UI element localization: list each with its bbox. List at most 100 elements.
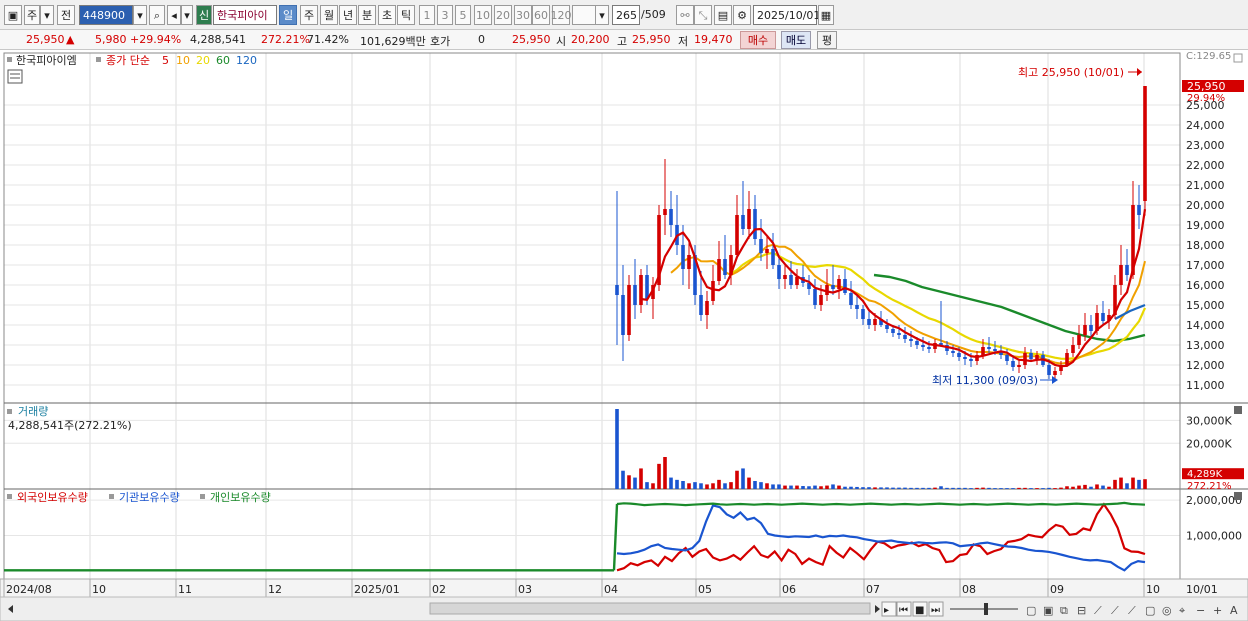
high-annotation: 최고 25,950 (10/01)	[1018, 66, 1124, 79]
interval-10[interactable]: 10	[474, 5, 492, 25]
tab-일[interactable]: 일	[279, 5, 297, 25]
search-icon[interactable]: ⌕	[149, 5, 165, 25]
volume-bar	[915, 487, 919, 489]
volume-pct-label: 272.21%	[1187, 481, 1232, 492]
candle-body	[699, 295, 703, 315]
buy-button[interactable]: 매수	[740, 31, 776, 49]
tab-초[interactable]: 초	[378, 5, 396, 25]
open-price: 20,200	[571, 33, 610, 46]
quote-price: 25,950	[512, 33, 551, 46]
volume-bar	[921, 487, 925, 489]
trade-amount: 101,629백만	[360, 35, 426, 48]
volume-bar	[987, 487, 991, 489]
volume-bar	[789, 485, 793, 489]
interval-5[interactable]: 5	[455, 5, 471, 25]
candle-body	[831, 285, 835, 289]
interval-1[interactable]: 1	[419, 5, 435, 25]
panel-marker	[109, 494, 114, 499]
series-label: 종가 단순	[106, 54, 150, 67]
period-select[interactable]: 주	[24, 5, 40, 25]
volume-bar	[759, 482, 763, 489]
speaker-icon[interactable]: ◂	[167, 5, 181, 25]
candle-body	[723, 259, 727, 275]
volume-bar	[657, 463, 661, 489]
volume-bar	[1095, 484, 1099, 489]
date-tick: 2024/08	[6, 583, 52, 596]
candle-body	[759, 239, 763, 253]
stock-name-field[interactable]: 한국피아이	[213, 5, 277, 25]
date-tick: 05	[698, 583, 712, 596]
date-input[interactable]: 2025/10/01	[753, 5, 820, 25]
candle-body	[663, 209, 667, 215]
current-price-label: 25,950	[1187, 80, 1226, 93]
interval-120[interactable]: 120	[551, 5, 572, 25]
save-icon[interactable]: ▤	[714, 5, 732, 25]
nav-icon-3: ⏭	[931, 605, 940, 616]
price-tick: 17,000	[1186, 259, 1225, 272]
link-icon[interactable]: ⚯	[676, 5, 694, 25]
volume-bar	[933, 487, 937, 489]
candle-body	[987, 347, 991, 349]
gear-icon[interactable]: ⚙	[733, 5, 751, 25]
speaker-dropdown-icon[interactable]: ▾	[181, 5, 193, 25]
date-tick: 10	[1146, 583, 1160, 596]
candle-body	[891, 329, 895, 333]
candle-body	[687, 255, 691, 269]
stock-code-input[interactable]: 448900	[79, 5, 133, 25]
volume-bar	[891, 487, 895, 489]
current-pct-label: 29.94%	[1187, 93, 1225, 104]
interval-60[interactable]: 60	[532, 5, 550, 25]
count-total: /509	[641, 8, 666, 21]
low-price: 19,470	[694, 33, 733, 46]
volume-close-icon	[1234, 406, 1242, 414]
window-menu-icon[interactable]: ▣	[4, 5, 22, 25]
price-tick: 21,000	[1186, 179, 1225, 192]
candle-body	[885, 325, 889, 329]
stock-chart[interactable]: 11,000 12,000 13,000 14,000 15,000 16,000 17,0…	[0, 51, 1248, 621]
nav-icon-1: ⏮	[899, 605, 908, 616]
volume-bar	[1017, 487, 1021, 489]
volume-bar	[645, 482, 649, 489]
candle-body	[867, 319, 871, 325]
interval-20[interactable]: 20	[494, 5, 512, 25]
tab-틱[interactable]: 틱	[397, 5, 415, 25]
sell-button[interactable]: 매도	[781, 31, 811, 49]
tab-분[interactable]: 분	[358, 5, 376, 25]
volume-title: 거래량	[18, 405, 48, 418]
holding-legend-1: 기관보유수량	[119, 491, 180, 504]
holding-tick: 1,000,000	[1186, 530, 1242, 543]
tool-icon-0: ▢	[1026, 604, 1036, 617]
prev-button[interactable]: 전	[57, 5, 75, 25]
volume-bar	[999, 488, 1003, 489]
calculator-icon	[7, 69, 23, 84]
tab-주[interactable]: 주	[300, 5, 318, 25]
volume-bar	[837, 485, 841, 489]
volume-bar	[975, 487, 979, 489]
candle-body	[1077, 335, 1081, 345]
calendar-icon[interactable]: ▦	[818, 5, 834, 25]
volume-bar	[711, 483, 715, 489]
flat-button[interactable]: 평	[817, 31, 837, 49]
interval-30[interactable]: 30	[514, 5, 532, 25]
holding-legend-2: 개인보유수량	[210, 491, 271, 504]
tool-icon-11: +	[1213, 604, 1222, 617]
volume-bar	[1101, 485, 1105, 489]
volume-bar	[813, 485, 817, 489]
tab-월[interactable]: 월	[320, 5, 338, 25]
draw-tool-icon[interactable]: ⤡	[694, 5, 712, 25]
volume-bar	[723, 483, 727, 489]
interval-3[interactable]: 3	[437, 5, 453, 25]
code-dropdown-icon[interactable]: ▾	[133, 5, 147, 25]
candle-body	[1137, 205, 1141, 215]
candle-body	[1101, 313, 1105, 321]
price-tick: 20,000	[1186, 199, 1225, 212]
candle-body	[633, 285, 637, 305]
chevron-down-icon[interactable]: ▾	[40, 5, 54, 25]
interval-dropdown-icon[interactable]: ▾	[595, 5, 609, 25]
candle-body	[771, 249, 775, 265]
count-input[interactable]: 265	[612, 5, 640, 25]
volume-bar	[1083, 484, 1087, 489]
candle-body	[969, 359, 973, 361]
panel-marker	[7, 57, 12, 62]
tab-년[interactable]: 년	[339, 5, 357, 25]
